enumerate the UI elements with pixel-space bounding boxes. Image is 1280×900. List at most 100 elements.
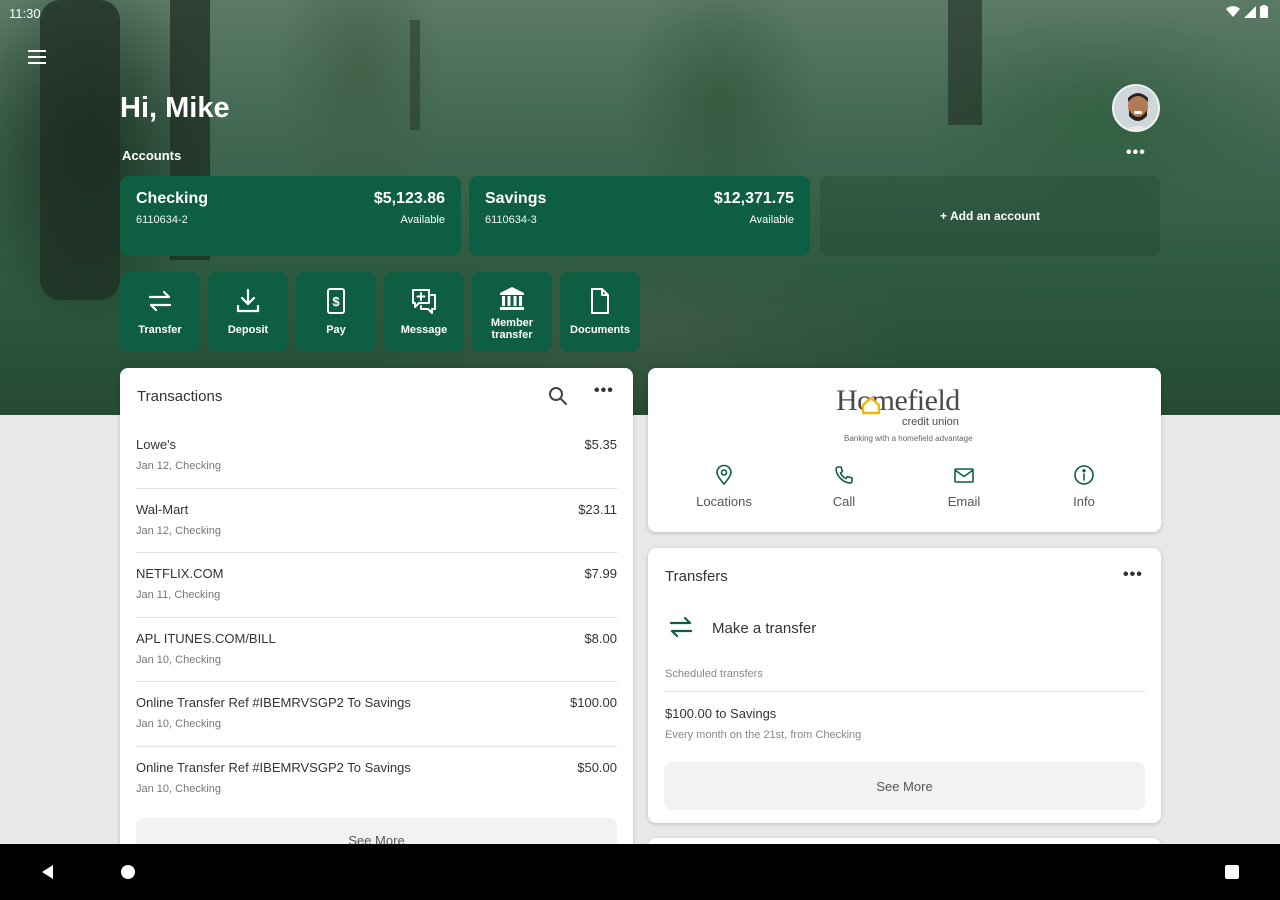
account-name: Savings: [485, 190, 547, 207]
quick-link-label: Call: [832, 494, 856, 509]
action-label: Pay: [326, 324, 346, 336]
transfers-more-icon[interactable]: •••: [1123, 566, 1143, 584]
homefield-logo: Homefield credit union Banking with a ho…: [836, 382, 976, 448]
menu-line: [28, 56, 46, 58]
action-transfer[interactable]: Transfer: [120, 272, 200, 352]
action-documents[interactable]: Documents: [560, 272, 640, 352]
email-icon: [954, 468, 974, 483]
quick-link-locations[interactable]: Locations: [674, 464, 774, 509]
transaction-amount: $7.99: [584, 566, 617, 581]
quick-link-label: Info: [1073, 494, 1095, 509]
accounts-label: Accounts: [122, 148, 182, 163]
menu-line: [28, 50, 46, 52]
account-name: Checking: [136, 190, 209, 207]
status-icons: [1226, 5, 1268, 18]
home-icon[interactable]: [116, 860, 140, 884]
make-transfer-label: Make a transfer: [712, 620, 817, 637]
transfers-title: Transfers: [665, 568, 728, 585]
transactions-more-icon[interactable]: •••: [594, 382, 614, 400]
scheduled-transfer-item[interactable]: $100.00 to Savings Every month on the 21…: [665, 706, 861, 741]
info-icon: [1074, 465, 1094, 485]
avatar[interactable]: [1112, 84, 1160, 132]
transaction-meta: Jan 10, Checking: [136, 782, 221, 795]
transaction-description: Lowe's: [136, 437, 177, 452]
transfer-icon: [148, 290, 172, 312]
transaction-description: NETFLIX.COM: [136, 566, 224, 581]
logo-subtitle: credit union: [902, 416, 959, 428]
action-deposit[interactable]: Deposit: [208, 272, 288, 352]
location-pin-icon: [716, 464, 732, 486]
transaction-amount: $100.00: [570, 695, 617, 710]
scheduled-transfers-label: Scheduled transfers: [665, 668, 763, 680]
transaction-row[interactable]: Online Transfer Ref #IBEMRVSGP2 To Savin…: [136, 747, 617, 812]
menu-line: [28, 62, 46, 64]
transaction-description: Online Transfer Ref #IBEMRVSGP2 To Savin…: [136, 759, 411, 775]
scheduled-transfer-detail: Every month on the 21st, from Checking: [665, 729, 862, 741]
account-card-savings[interactable]: Savings 6110634-3 $12,371.75 Available: [469, 176, 810, 256]
quick-link-email[interactable]: Email: [914, 464, 1014, 509]
action-label: Member transfer: [490, 317, 534, 341]
phone-icon: [835, 466, 853, 484]
recents-icon[interactable]: [1220, 860, 1244, 884]
navigation-bar: [0, 844, 1280, 900]
back-icon[interactable]: [36, 860, 60, 884]
account-balance: $12,371.75: [713, 190, 794, 207]
message-icon: [412, 289, 436, 314]
transaction-row[interactable]: NETFLIX.COM Jan 11, Checking $7.99: [136, 553, 617, 618]
action-message[interactable]: Message: [384, 272, 464, 352]
tree-trunk-decoration: [40, 0, 120, 300]
transaction-row[interactable]: Wal-Mart Jan 12, Checking $23.11: [136, 489, 617, 553]
transaction-meta: Jan 12, Checking: [136, 460, 221, 472]
tree-trunk-decoration: [410, 20, 420, 130]
bank-icon: [500, 287, 524, 310]
transaction-row[interactable]: APL ITUNES.COM/BILL Jan 10, Checking $8.…: [136, 618, 617, 682]
action-pay[interactable]: $ Pay: [296, 272, 376, 352]
transaction-meta: Jan 12, Checking: [136, 524, 221, 537]
transfers-card: Transfers ••• Make a transfer Scheduled …: [648, 548, 1161, 823]
signal-icon: [1244, 5, 1256, 18]
add-account-button[interactable]: + Add an account: [820, 176, 1160, 256]
transactions-card: Transactions ••• Lowe's Jan 12, Checking…: [120, 368, 633, 868]
account-balance: $5,123.86: [373, 190, 445, 207]
transaction-row[interactable]: Online Transfer Ref #IBEMRVSGP2 To Savin…: [136, 682, 617, 747]
divider: [664, 691, 1145, 692]
scheduled-transfer-title: $100.00 to Savings: [665, 706, 777, 721]
transaction-amount: $8.00: [584, 630, 617, 646]
status-bar: 11:30: [0, 0, 1280, 26]
logo-house-icon: [861, 396, 881, 415]
quick-link-label: Email: [947, 494, 981, 509]
deposit-icon: [236, 288, 260, 313]
status-time: 11:30: [9, 6, 41, 21]
search-icon[interactable]: [546, 384, 570, 408]
transfers-see-more-button[interactable]: See More: [664, 762, 1145, 810]
quick-link-call[interactable]: Call: [794, 464, 894, 509]
account-balance-label: Available: [400, 214, 445, 226]
action-label: Message: [400, 324, 448, 336]
transaction-amount: $5.35: [584, 437, 617, 452]
make-transfer-button[interactable]: Make a transfer: [664, 608, 1144, 648]
greeting: Hi, Mike: [120, 92, 230, 124]
action-label: Deposit: [227, 324, 269, 336]
account-balance-label: Available: [749, 214, 794, 226]
transaction-description: Online Transfer Ref #IBEMRVSGP2 To Savin…: [136, 695, 411, 710]
transaction-amount: $50.00: [577, 759, 617, 775]
logo-wordmark: Homefield: [836, 384, 960, 417]
transfer-icon: [669, 616, 693, 638]
transaction-meta: Jan 10, Checking: [136, 653, 221, 666]
hamburger-menu-icon[interactable]: [24, 44, 50, 70]
quick-link-info[interactable]: Info: [1034, 464, 1134, 509]
quick-link-label: Locations: [696, 494, 752, 509]
transaction-meta: Jan 10, Checking: [136, 718, 221, 730]
account-card-checking[interactable]: Checking 6110634-2 $5,123.86 Available: [120, 176, 461, 256]
wifi-icon: [1226, 5, 1240, 17]
logo-tagline: Banking with a homefield advantage: [844, 434, 973, 443]
profile-more-icon[interactable]: •••: [1126, 144, 1146, 162]
pay-icon: $: [327, 288, 345, 314]
transaction-row[interactable]: Lowe's Jan 12, Checking $5.35: [136, 424, 617, 489]
action-label: Documents: [570, 324, 630, 336]
account-number: 6110634-3: [485, 214, 537, 226]
transaction-description: APL ITUNES.COM/BILL: [136, 630, 276, 646]
action-member-transfer[interactable]: Member transfer: [472, 272, 552, 352]
transactions-list: Lowe's Jan 12, Checking $5.35 Wal-Mart J…: [136, 424, 617, 811]
account-number: 6110634-2: [136, 214, 188, 226]
